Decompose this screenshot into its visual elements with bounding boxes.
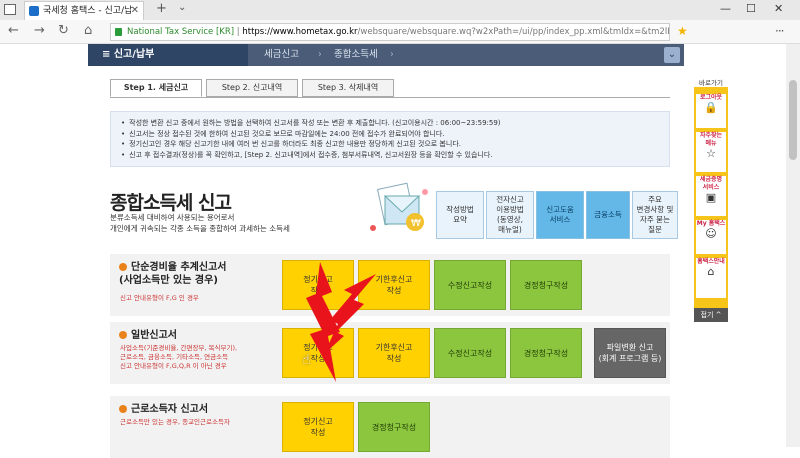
collapse-quick-menu[interactable]: 접기 ^ [694,308,728,322]
refund-claim-button[interactable]: 경정청구작성 [510,328,582,378]
tab-list-chevron-icon[interactable]: ⌄ [178,2,186,13]
amended-filing-button[interactable]: 수정신고작성 [434,328,506,378]
favorite-star-icon[interactable]: ★ [677,24,688,38]
refund-claim-button[interactable]: 경정청구작성 [510,260,582,310]
person-icon: ☺ [705,227,717,240]
notice-item: 신고 후 접수결과(정상)를 꼭 확인하고, [Step 2. 신고내역]에서 … [121,150,659,161]
faq-changes-button[interactable]: 주요 변경사항 및 자주 묻는 질문 [632,191,678,239]
refund-claim-button[interactable]: 경정청구작성 [358,402,430,452]
section-title: 단순경비율 추계신고서 (사업소득만 있는 경우) [119,262,227,286]
browser-tab-bar: 국세청 홈택스 - 신고/납 ✕ + ⌄ — ☐ ✕ [0,0,800,20]
filing-help-button[interactable]: 신고도움 서비스 [536,191,584,239]
forward-icon[interactable]: → [34,23,45,38]
star-icon: ☆ [706,147,716,160]
browser-tab[interactable]: 국세청 홈택스 - 신고/납 ✕ [24,1,144,20]
red-arrow-annotation-icon [324,274,376,354]
close-tab-icon[interactable]: ✕ [131,2,139,20]
chevron-down-icon[interactable]: ⌄ [664,47,680,63]
e-filing-guide-button[interactable]: 전자신고 이용방법 (동영상, 매뉴얼) [486,191,534,239]
site-identity: National Tax Service [KR] [127,27,235,37]
home-icon[interactable]: ⌂ [84,23,92,38]
tax-document-illustration: ₩ [370,182,428,231]
tab-title: 국세청 홈택스 - 신고/납 [43,6,133,16]
section-note: 신고 안내유형이 F,G,Q,R 이 아닌 경우 [120,362,227,370]
url-path: /websquare/websquare.wq?w2xPath=/ui/pp/i… [357,27,670,37]
section-title: 일반신고서 [119,329,177,342]
refresh-icon[interactable]: ↻ [58,23,69,38]
section-note: 신고 안내유형이 F,G 인 경우 [120,294,199,302]
section-note: 사업소득(기준경비율, 간편장부, 복식부기), [120,344,238,352]
section-simple-expense: 단순경비율 추계신고서 (사업소득만 있는 경우) 신고 안내유형이 F,G 인… [110,254,670,316]
tab-step3[interactable]: Step 3. 삭제내역 [302,79,394,97]
tab-step2[interactable]: Step 2. 신고내역 [206,79,298,97]
certificate-icon: ▣ [705,191,717,204]
notice-item: 정기신고인 경우 해당 신고기한 내에 여러 번 신고를 하더라도 최종 신고한… [121,139,659,150]
scrollbar[interactable] [786,44,800,447]
lock-icon: 🔒 [704,101,718,114]
section-wage-earner: 근로소득자 신고서 근로소득만 있는 경우, 종교인근로소득자 정기신고 작성 … [110,396,670,458]
quick-favorites[interactable]: 자주찾는 메뉴 ☆ [696,132,726,172]
home-icon: ⌂ [707,265,715,278]
close-window-icon[interactable]: ✕ [774,2,783,15]
main-content: Step 1. 세금신고 Step 2. 신고내역 Step 3. 삭제내역 작… [88,66,684,458]
guide-summary-button[interactable]: 작성방법 요약 [436,191,484,239]
page-nav-bar: ≡ 신고/납부 세금신고 › 종합소득세 › ⌄ [88,44,684,66]
page-description: 분류소득세 대비하여 사용되는 용어로서 개인에게 귀속되는 각종 소득을 종합… [110,213,290,233]
maximize-icon[interactable]: ☐ [746,2,756,15]
window-menu-icon[interactable] [4,4,16,15]
file-conversion-button[interactable]: 파일변환 신고 (회계 프로그램 등) [594,328,666,378]
section-note: 근로소득, 금융소득, 기타소득, 연금소득 [120,353,229,361]
breadcrumb-tax-return[interactable]: 세금신고 [264,44,299,66]
notice-item: 작성한 변환 신고 중에서 원하는 방법을 선택하여 신고서를 작성 또는 변환… [121,118,659,129]
section-title: 근로소득자 신고서 [119,403,208,416]
regular-filing-button[interactable]: 정기신고 작성 [282,402,354,452]
section-note: 근로소득만 있는 경우, 종교인근로소득자 [120,418,230,426]
svg-text:₩: ₩ [411,218,421,229]
mouse-cursor-icon: ☝ [302,352,311,368]
tab-step1[interactable]: Step 1. 세금신고 [110,79,202,97]
quick-menu: 바로가기 로그아웃 🔒 자주찾는 메뉴 ☆ 세금증명 서비스 ▣ My 홈택스 … [694,77,728,322]
back-icon[interactable]: ← [8,23,19,38]
notice-item: 신고서는 정상 접수된 것에 한하여 신고된 것으로 보므로 마감일에는 24:… [121,129,659,140]
section-general: 일반신고서 사업소득(기준경비율, 간편장부, 복식부기), 근로소득, 금융소… [110,322,670,384]
breadcrumb-income-tax[interactable]: 종합소득세 [334,44,378,66]
notice-box: 작성한 변환 신고 중에서 원하는 방법을 선택하여 신고서를 작성 또는 변환… [110,111,670,167]
financial-income-button[interactable]: 금융소득 [586,191,630,239]
more-menu-icon[interactable]: ··· [775,24,785,38]
minimize-icon[interactable]: — [720,2,731,15]
url-host: https://www.hometax.go.kr [242,27,358,37]
quick-logout[interactable]: 로그아웃 🔒 [696,94,726,128]
menu-home[interactable]: ≡ 신고/납부 [88,44,248,66]
page-title: 종합소득세 신고 [110,192,232,214]
amended-filing-button[interactable]: 수정신고작성 [434,260,506,310]
favicon-icon [29,6,39,16]
quick-tax-certificate[interactable]: 세금증명 서비스 ▣ [696,176,726,216]
scrollbar-thumb[interactable] [789,80,797,160]
lock-icon [115,28,122,36]
quick-menu-head: 바로가기 [694,77,728,87]
quick-my-hometax[interactable]: My 홈택스 ☺ [696,220,726,254]
quick-hometax-guide[interactable]: 홈택스안내 ⌂ [696,258,726,298]
new-tab-icon[interactable]: + [156,1,167,16]
url-field[interactable]: National Tax Service [KR] | https://www.… [110,23,670,41]
